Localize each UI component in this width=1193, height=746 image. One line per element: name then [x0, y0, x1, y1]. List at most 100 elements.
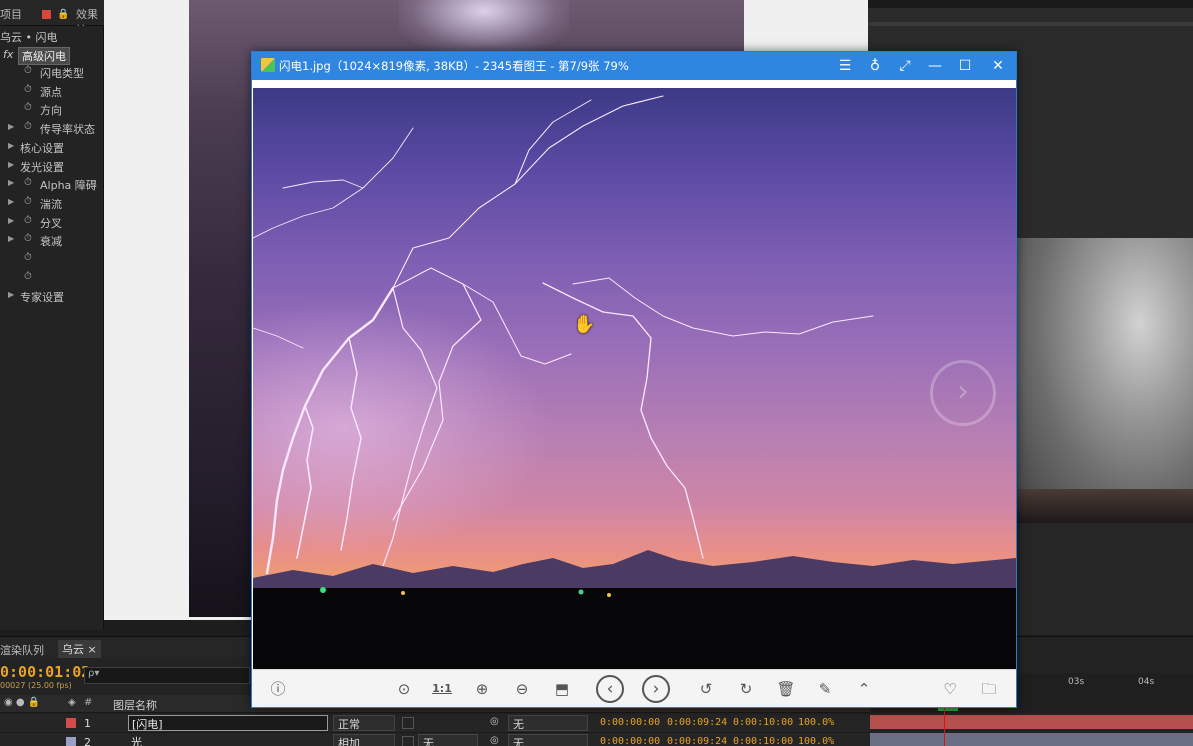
effect-property[interactable]: ▶ ⏱ 传导率状态: [0, 120, 104, 138]
ruler-tick-label: 04s: [1138, 677, 1155, 687]
stopwatch-icon[interactable]: ⏱: [24, 121, 32, 132]
tab-comp[interactable]: 乌云 ×: [58, 640, 101, 658]
effect-property[interactable]: ▶ ⏱ Alpha 障碍: [0, 176, 104, 194]
table-row[interactable]: 2 光相加 无 ◎ 无 0:00:00:00 0:00:09:24 0:00:10:00 100…: [0, 733, 870, 746]
layer-search-input[interactable]: ρ▾: [84, 667, 250, 684]
parent-select[interactable]: 无: [508, 715, 588, 731]
effect-property[interactable]: ▶ 专家设置: [0, 288, 104, 306]
stopwatch-icon[interactable]: ⏱: [24, 271, 32, 282]
effect-property[interactable]: ⏱ 闪电类型: [0, 64, 104, 82]
layer-name[interactable]: 光: [128, 734, 328, 746]
next-image-overlay[interactable]: ›: [930, 360, 996, 426]
effect-property[interactable]: ▶ ⏱ 湍流: [0, 195, 104, 213]
layer-in-point[interactable]: 0:00:00:00: [600, 736, 660, 746]
layer-out-point[interactable]: 0:00:09:24: [667, 717, 727, 728]
effect-property[interactable]: ⏱: [0, 270, 104, 288]
rotate-right-icon[interactable]: ↻: [736, 679, 756, 699]
preserve-transparency-checkbox[interactable]: [402, 717, 414, 729]
stopwatch-icon[interactable]: ⏱: [24, 215, 32, 226]
stopwatch-icon[interactable]: ⏱: [24, 84, 32, 95]
effect-property[interactable]: ▶ ⏱ 分叉: [0, 214, 104, 232]
layer-label-color[interactable]: [66, 737, 76, 746]
column-number: #: [84, 697, 93, 708]
tab-project[interactable]: 项目: [0, 6, 22, 22]
rotate-left-icon[interactable]: ↺: [696, 679, 716, 699]
menu-icon[interactable]: ☰: [832, 54, 858, 78]
layer-in-point[interactable]: 0:00:00:00: [600, 717, 660, 728]
maximize-button[interactable]: ☐: [952, 54, 978, 78]
track-matte-select[interactable]: 无: [418, 734, 478, 746]
effect-property[interactable]: ⏱: [0, 251, 104, 269]
column-layer-name[interactable]: 图层名称: [113, 697, 157, 713]
layer-out-point[interactable]: 0:00:09:24: [667, 736, 727, 746]
cloud-preview-image: [1016, 238, 1193, 523]
zoom-out-icon[interactable]: ⊖: [512, 679, 532, 699]
mouse-mode-icon[interactable]: ⊙: [394, 679, 414, 699]
layer-bar-1[interactable]: [870, 715, 1193, 729]
info-icon[interactable]: ⓘ: [268, 679, 288, 699]
effect-property[interactable]: ▶ ⏱ 衰减: [0, 232, 104, 250]
table-row[interactable]: 1 [闪电] 正常 ◎ 无 0:00:00:00 0:00:09:24 0:00:10:00 1…: [0, 714, 870, 733]
next-image-button[interactable]: ›: [642, 675, 670, 703]
effect-property[interactable]: ⏱ 方向: [0, 101, 104, 119]
layer-stretch[interactable]: 100.0%: [798, 736, 834, 746]
more-icon[interactable]: ⌃: [854, 679, 874, 699]
effect-name[interactable]: 高级闪电: [18, 47, 70, 65]
stopwatch-icon[interactable]: ⏱: [24, 196, 32, 207]
twirl-arrow-icon[interactable]: ▶: [8, 197, 14, 206]
layer-label-color[interactable]: [66, 718, 76, 728]
stopwatch-icon[interactable]: ⏱: [24, 177, 32, 188]
skin-icon[interactable]: ♁: [862, 54, 888, 78]
actual-size-button[interactable]: 1:1: [432, 679, 452, 699]
minimize-button[interactable]: —: [922, 54, 948, 78]
lock-icon[interactable]: 🔒: [57, 9, 69, 20]
effect-property[interactable]: ▶ 核心设置: [0, 139, 104, 157]
slideshow-icon[interactable]: ⬒: [552, 679, 572, 699]
tab-render-queue[interactable]: 渲染队列: [0, 642, 44, 658]
ruler-tick-label: 03s: [1068, 677, 1085, 687]
current-timecode[interactable]: 0:00:01:02: [0, 663, 90, 681]
layer-stretch[interactable]: 100.0%: [798, 717, 834, 728]
layer-duration[interactable]: 0:00:10:00: [733, 717, 793, 728]
parent-pickwhip-icon[interactable]: ◎: [490, 735, 499, 746]
blend-mode-select[interactable]: 正常: [333, 715, 395, 731]
preserve-transparency-checkbox[interactable]: [402, 736, 414, 746]
effect-property-label: 分叉: [40, 216, 62, 230]
delete-icon[interactable]: 🗑: [776, 679, 796, 699]
effect-property[interactable]: ▶ 发光设置: [0, 158, 104, 176]
lightning-photo[interactable]: › ✋: [253, 88, 1016, 669]
viewer-titlebar[interactable]: 闪电1.jpg（1024×819像素, 38KB）- 2345看图王 - 第7/…: [252, 52, 1016, 80]
close-icon[interactable]: ×: [88, 643, 97, 656]
folder-icon[interactable]: 🗀: [979, 679, 999, 699]
layer-duration[interactable]: 0:00:10:00: [733, 736, 793, 746]
close-button[interactable]: ✕: [985, 54, 1011, 78]
effect-header[interactable]: fx 高级闪电: [0, 46, 104, 65]
fullscreen-icon[interactable]: ⤢: [892, 54, 918, 78]
twirl-arrow-icon[interactable]: ▶: [8, 234, 14, 243]
favorite-icon[interactable]: ♡: [940, 679, 960, 699]
layer-name[interactable]: [闪电]: [128, 715, 328, 731]
zoom-in-icon[interactable]: ⊕: [472, 679, 492, 699]
effect-property-label: 衰减: [40, 235, 62, 249]
twirl-arrow-icon[interactable]: ▶: [8, 216, 14, 225]
stopwatch-icon[interactable]: ⏱: [24, 252, 32, 263]
fx-icon[interactable]: fx: [3, 48, 13, 61]
effect-property[interactable]: ⏱ 源点: [0, 83, 104, 101]
twirl-arrow-icon[interactable]: ▶: [8, 178, 14, 187]
playhead[interactable]: [944, 703, 945, 746]
stopwatch-icon[interactable]: ⏱: [24, 102, 32, 113]
twirl-arrow-icon[interactable]: ▶: [8, 141, 14, 150]
previous-image-button[interactable]: ‹: [596, 675, 624, 703]
parent-pickwhip-icon[interactable]: ◎: [490, 716, 499, 727]
effect-breadcrumb: 乌云 • 闪电: [0, 31, 58, 44]
effect-property-label: 发光设置: [20, 160, 64, 174]
twirl-arrow-icon[interactable]: ▶: [8, 290, 14, 299]
twirl-arrow-icon[interactable]: ▶: [8, 160, 14, 169]
stopwatch-icon[interactable]: ⏱: [24, 233, 32, 244]
stopwatch-icon[interactable]: ⏱: [24, 65, 32, 76]
twirl-arrow-icon[interactable]: ▶: [8, 122, 14, 131]
parent-select[interactable]: 无: [508, 734, 588, 746]
blend-mode-select[interactable]: 相加: [333, 734, 395, 746]
layer-bar-2[interactable]: [870, 733, 1193, 746]
edit-icon[interactable]: ✎: [815, 679, 835, 699]
